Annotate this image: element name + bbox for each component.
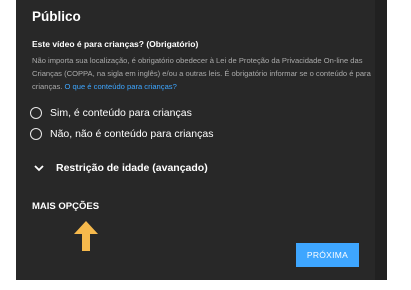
chevron-down-icon — [34, 165, 44, 172]
coppa-description: Não importa sua localização, é obrigatór… — [32, 54, 372, 93]
next-button[interactable]: PRÓXIMA — [296, 243, 359, 267]
kids-question: Este vídeo é para crianças? (Obrigatório… — [32, 39, 199, 49]
age-restriction-toggle[interactable]: Restrição de idade (avançado) — [34, 162, 208, 174]
audience-title: Público — [32, 9, 81, 24]
age-restriction-label: Restrição de idade (avançado) — [56, 162, 208, 174]
radio-label-yes: Sim, é conteúdo para crianças — [50, 107, 192, 119]
arrow-up-icon — [74, 221, 98, 251]
radio-label-no: Não, não é conteúdo para crianças — [50, 128, 214, 140]
radio-button-no[interactable] — [30, 128, 42, 140]
audience-dialog: Público Este vídeo é para crianças? (Obr… — [16, 0, 375, 280]
scrollbar[interactable] — [375, 0, 387, 280]
radio-option-not-kids[interactable]: Não, não é conteúdo para crianças — [30, 128, 213, 140]
radio-button-yes[interactable] — [30, 107, 42, 119]
more-options-button[interactable]: MAIS OPÇÕES — [32, 201, 99, 212]
kids-content-help-link[interactable]: O que é conteúdo para crianças? — [65, 82, 177, 91]
radio-option-yes-kids[interactable]: Sim, é conteúdo para crianças — [30, 107, 192, 119]
